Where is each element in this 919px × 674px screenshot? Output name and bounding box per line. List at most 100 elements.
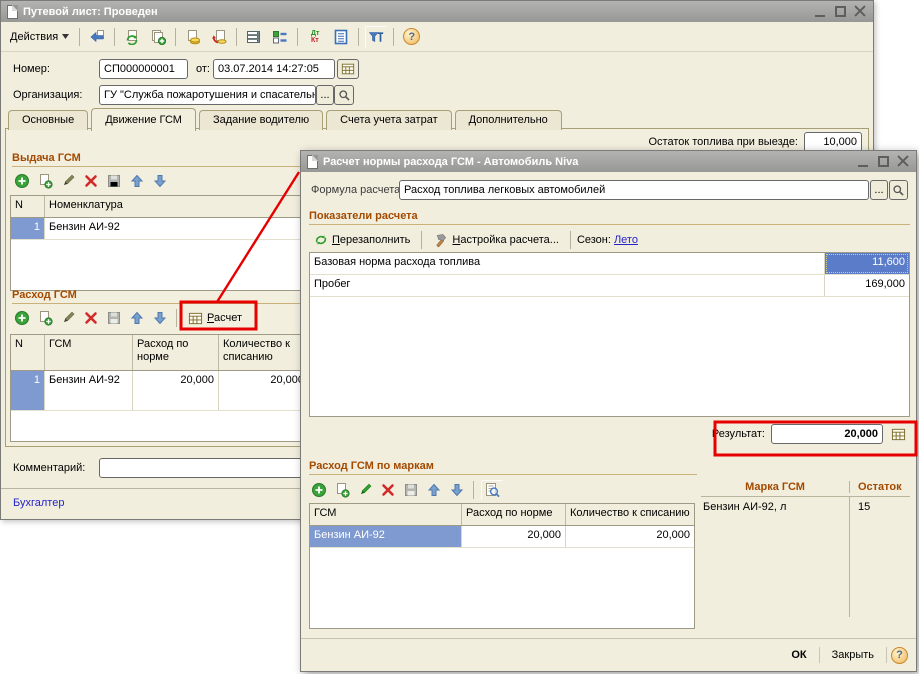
formula-open-button[interactable] xyxy=(889,180,908,200)
edit-row-button[interactable] xyxy=(58,171,78,191)
calc-settings-button[interactable]: Настройка расчета... xyxy=(428,231,564,250)
edit-row-button[interactable] xyxy=(355,480,375,500)
tab-strip: Основные Движение ГСМ Задание водителю С… xyxy=(8,107,562,130)
minimize-icon[interactable] xyxy=(814,6,827,17)
by-brand-table: ГСМ Расход по норме Количество к списани… xyxy=(309,503,695,629)
magnifier-icon xyxy=(892,184,905,197)
calculate-button[interactable]: Расчет xyxy=(183,309,247,328)
close-button[interactable]: Закрыть xyxy=(824,647,882,663)
column-header-brand: Марка ГСМ xyxy=(701,481,849,493)
unpost-document-button[interactable] xyxy=(207,25,231,49)
close-icon[interactable] xyxy=(897,156,910,167)
add-row-button[interactable] xyxy=(309,480,329,500)
move-up-button[interactable] xyxy=(127,171,147,191)
number-input[interactable]: СП000000001 xyxy=(99,59,188,79)
ok-button[interactable]: ОК xyxy=(783,647,814,663)
debit-credit-button[interactable]: ДтКт xyxy=(303,25,327,49)
post-and-close-button[interactable] xyxy=(85,25,109,49)
post-document-button[interactable] xyxy=(181,25,205,49)
help-button[interactable]: ? xyxy=(403,28,420,45)
organization-select-button[interactable]: ... xyxy=(316,85,334,105)
responsible-user-link[interactable]: Бухгалтер xyxy=(13,497,64,509)
copy-row-button[interactable] xyxy=(332,480,352,500)
copy-button[interactable] xyxy=(146,25,170,49)
filter-button[interactable] xyxy=(364,25,388,49)
tab-zadanie-voditelyu[interactable]: Задание водителю xyxy=(199,110,323,130)
fuel-remainder-input[interactable]: 10,000 xyxy=(804,132,862,152)
end-edit-button[interactable] xyxy=(104,171,124,191)
maximize-icon[interactable] xyxy=(834,6,847,17)
copy-row-button[interactable] xyxy=(35,308,55,328)
formula-input[interactable]: Расход топлива легковых автомобилей xyxy=(399,180,869,200)
tab-osnovnye[interactable]: Основные xyxy=(8,110,88,130)
filter-icon xyxy=(368,29,384,45)
debit-credit-icon: ДтКт xyxy=(311,30,319,44)
indicator-row[interactable]: Пробег 169,000 xyxy=(310,275,909,297)
refresh-button[interactable] xyxy=(120,25,144,49)
writeoff-cell: 20,000 xyxy=(566,526,694,547)
move-down-button[interactable] xyxy=(150,171,170,191)
refill-label: Перезаполнить xyxy=(332,234,410,246)
document-icon xyxy=(7,5,18,19)
organization-open-button[interactable] xyxy=(334,85,354,105)
tab-dopolnitelno[interactable]: Дополнительно xyxy=(455,110,562,130)
delete-row-button[interactable] xyxy=(378,480,398,500)
copy-row-button[interactable] xyxy=(35,171,55,191)
tab-dvizhenie-gsm[interactable]: Движение ГСМ xyxy=(91,108,196,131)
dialog-help-button[interactable]: ? xyxy=(891,647,908,664)
set-marks-button[interactable] xyxy=(268,25,292,49)
table-row[interactable]: Бензин АИ-92 20,000 20,000 xyxy=(310,526,694,548)
add-row-button[interactable] xyxy=(12,171,32,191)
edit-row-button[interactable] xyxy=(58,308,78,328)
result-input[interactable]: 20,000 xyxy=(771,424,883,444)
add-row-button[interactable] xyxy=(12,308,32,328)
post-document-icon xyxy=(185,29,201,45)
result-calc-button[interactable] xyxy=(889,424,908,444)
organization-input[interactable]: ГУ "Служба пожаротушения и спасательн xyxy=(99,85,316,105)
desktop: Путевой лист: Проведен Действия xyxy=(0,0,919,674)
list-structure-button[interactable] xyxy=(242,25,266,49)
minimize-icon[interactable] xyxy=(857,156,870,167)
magnifier-icon xyxy=(338,89,351,102)
post-and-close-icon xyxy=(89,29,105,45)
tab-scheta-ucheta-zatrat[interactable]: Счета учета затрат xyxy=(326,110,451,130)
row-number-cell: 1 xyxy=(11,218,45,239)
main-titlebar[interactable]: Путевой лист: Проведен xyxy=(1,1,873,22)
delete-row-button[interactable] xyxy=(81,171,101,191)
season-link[interactable]: Лето xyxy=(614,234,638,246)
show-remainders-button[interactable] xyxy=(480,479,504,501)
formula-select-button[interactable]: ... xyxy=(870,180,888,200)
indicator-value-cell[interactable]: 11,600 xyxy=(825,253,909,274)
indicator-value-cell[interactable]: 169,000 xyxy=(825,275,909,296)
move-down-button[interactable] xyxy=(447,480,467,500)
result-label: Результат: xyxy=(712,424,765,444)
document-magnifier-icon xyxy=(484,482,500,498)
indicators-toolbar: Перезаполнить Настройка расчета... Сезон… xyxy=(309,228,638,252)
main-window-title: Путевой лист: Проведен xyxy=(23,6,809,18)
refresh-icon xyxy=(124,29,140,45)
maximize-icon[interactable] xyxy=(877,156,890,167)
indicators-section-title: Показатели расчета xyxy=(309,210,910,225)
delete-row-button[interactable] xyxy=(81,308,101,328)
close-icon[interactable] xyxy=(854,6,867,17)
refill-button[interactable]: Перезаполнить xyxy=(309,231,415,249)
actions-menu-button[interactable]: Действия xyxy=(5,29,74,45)
date-input[interactable]: 03.07.2014 14:27:05 xyxy=(213,59,335,79)
dialog-titlebar[interactable]: Расчет нормы расхода ГСМ - Автомобиль Ni… xyxy=(301,151,916,172)
journal-button[interactable] xyxy=(329,25,353,49)
column-header-n: N xyxy=(11,196,45,217)
column-header-gsm: ГСМ xyxy=(310,504,462,525)
unpost-document-icon xyxy=(211,29,227,45)
calendar-button[interactable] xyxy=(337,59,359,79)
move-down-button[interactable] xyxy=(150,308,170,328)
move-up-button[interactable] xyxy=(127,308,147,328)
actions-label: Действия xyxy=(10,31,58,43)
column-header-gsm: ГСМ xyxy=(45,335,133,370)
indicator-row[interactable]: Базовая норма расхода топлива 11,600 xyxy=(310,253,909,275)
document-icon xyxy=(307,155,318,169)
issue-toolbar xyxy=(12,169,170,193)
remainder-cell: 15 xyxy=(849,497,910,617)
end-edit-button[interactable] xyxy=(401,480,421,500)
end-edit-button[interactable] xyxy=(104,308,124,328)
move-up-button[interactable] xyxy=(424,480,444,500)
